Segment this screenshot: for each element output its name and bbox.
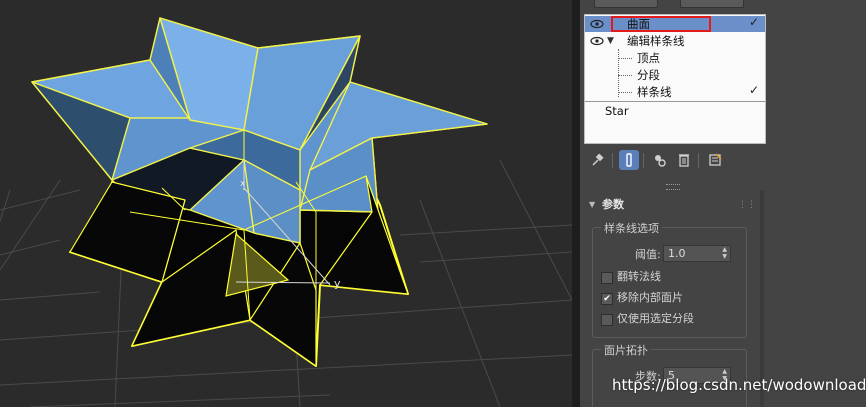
use-selected-checkbox[interactable] <box>601 314 613 326</box>
show-end-result-icon[interactable] <box>619 150 639 170</box>
eye-icon[interactable] <box>590 34 604 48</box>
delete-modifier-icon[interactable] <box>674 150 694 170</box>
panel-tab-right[interactable] <box>680 0 744 8</box>
stack-toolbar <box>588 150 748 172</box>
group-spline-options: 样条线选项 阈值: 1.0 ▲ ▼ 翻转法线 ✔ 移除内部面片 仅使用选定分段 <box>592 220 747 338</box>
command-panel: 曲面 ✓ ▼ 编辑样条线 顶点 分段 样条线 ✓ Star ▼ 参数 ⋮⋮ 样条… <box>580 0 866 407</box>
panel-tab-left[interactable] <box>594 0 658 8</box>
checkmark-icon: ✓ <box>748 15 759 29</box>
viewport-3d[interactable]: y x <box>0 0 572 407</box>
spinner-arrows-icon[interactable]: ▲ ▼ <box>722 246 727 260</box>
rollout-title: 参数 <box>602 198 624 211</box>
remove-interior-checkbox[interactable]: ✔ <box>601 293 613 305</box>
toolbar-separator <box>612 153 613 168</box>
panel-resize-grip[interactable] <box>666 184 680 190</box>
flip-normals-label: 翻转法线 <box>617 270 661 283</box>
configure-sets-icon[interactable] <box>705 150 725 170</box>
remove-interior-label: 移除内部面片 <box>617 291 683 304</box>
highlight-box <box>611 16 711 32</box>
stack-subitem-segment[interactable]: 分段 <box>585 67 765 83</box>
stack-item-label: 顶点 <box>637 51 660 65</box>
modifier-stack[interactable]: 曲面 ✓ ▼ 编辑样条线 顶点 分段 样条线 ✓ Star <box>584 14 766 144</box>
stack-item-edit-spline[interactable]: ▼ 编辑样条线 <box>585 33 765 49</box>
stack-item-base-object[interactable]: Star <box>585 103 765 119</box>
use-selected-label: 仅使用选定分段 <box>617 312 694 325</box>
axis-x-label: x <box>240 179 246 189</box>
stack-subitem-vertex[interactable]: 顶点 <box>585 50 765 66</box>
stack-item-label: 编辑样条线 <box>627 34 685 48</box>
axis-y-label: y <box>334 277 341 290</box>
stack-item-surface[interactable]: 曲面 ✓ <box>585 15 765 32</box>
checkmark-icon: ✓ <box>748 83 759 97</box>
expand-arrow-icon[interactable]: ▼ <box>607 33 614 49</box>
collapse-arrow-icon: ▼ <box>589 200 596 209</box>
viewport-canvas[interactable]: y x <box>0 0 572 407</box>
viewport-separator[interactable] <box>572 0 580 407</box>
pin-icon[interactable] <box>588 150 608 170</box>
threshold-value[interactable]: 1.0 <box>668 246 686 261</box>
drag-handle-icon[interactable]: ⋮⋮ <box>738 196 756 214</box>
panel-scrollbar[interactable] <box>760 190 764 407</box>
stack-item-label: 分段 <box>637 68 660 82</box>
stack-item-label: Star <box>605 104 629 118</box>
stack-divider <box>585 101 765 102</box>
threshold-spinner[interactable]: 1.0 ▲ ▼ <box>663 245 731 262</box>
watermark-text: https://blog.csdn.net/wodownload2 <box>612 376 866 394</box>
stack-item-label: 样条线 <box>637 85 672 99</box>
toolbar-separator <box>698 153 699 168</box>
group-title: 样条线选项 <box>601 220 662 236</box>
threshold-label: 阈值: <box>635 248 661 261</box>
group-title: 面片拓扑 <box>601 342 651 358</box>
eye-icon[interactable] <box>590 17 604 31</box>
toolbar-separator <box>643 153 644 168</box>
stack-subitem-spline[interactable]: 样条线 ✓ <box>585 83 765 100</box>
make-unique-icon[interactable] <box>650 150 670 170</box>
rollout-header-parameters[interactable]: ▼ 参数 ⋮⋮ <box>584 196 756 214</box>
flip-normals-checkbox[interactable] <box>601 272 613 284</box>
